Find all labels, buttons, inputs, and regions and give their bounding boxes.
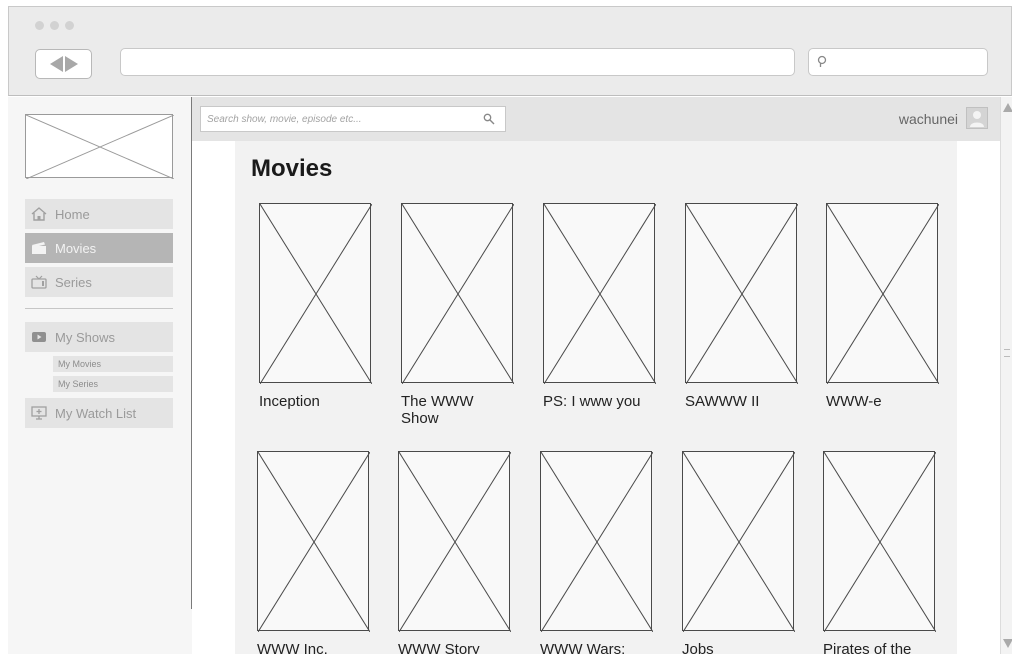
sidebar-item-label: My Watch List xyxy=(55,405,137,421)
movie-title: WWW Inc. xyxy=(257,641,328,654)
movie-poster-placeholder xyxy=(257,451,370,632)
movie-poster-placeholder xyxy=(540,451,653,632)
sidebar-subitem-label: My Series xyxy=(58,379,99,389)
movie-card[interactable]: WWW Wars: xyxy=(540,451,653,654)
movie-poster-placeholder xyxy=(259,203,372,384)
browser-chrome xyxy=(8,6,1012,96)
movie-title: PS: I www you xyxy=(543,393,641,410)
movie-poster-placeholder xyxy=(401,203,514,384)
close-dot[interactable] xyxy=(35,21,44,30)
monitor-icon xyxy=(31,406,47,420)
sidebar: Home Movies Series My Shows My Movies My… xyxy=(8,97,192,654)
sidebar-item-label: My Shows xyxy=(55,329,115,345)
sidebar-item-home[interactable]: Home xyxy=(25,199,173,229)
sidebar-subitem-label: My Movies xyxy=(58,359,102,369)
movie-poster-placeholder xyxy=(823,451,936,632)
movie-card[interactable]: WWW Story xyxy=(398,451,511,654)
clapperboard-icon xyxy=(31,241,47,255)
logo-placeholder xyxy=(25,114,174,179)
home-icon xyxy=(31,207,47,221)
minimize-dot[interactable] xyxy=(50,21,59,30)
movie-poster-placeholder xyxy=(682,451,795,632)
sidebar-item-label: Series xyxy=(55,274,92,290)
back-arrow-icon[interactable] xyxy=(49,56,63,72)
scroll-grip-icon[interactable] xyxy=(1004,349,1010,357)
movie-poster-placeholder xyxy=(543,203,656,384)
avatar[interactable] xyxy=(966,107,988,129)
movie-title: SAWWW II xyxy=(685,393,760,410)
page-title: Movies xyxy=(251,155,333,182)
forward-arrow-icon[interactable] xyxy=(64,56,78,72)
tv-icon xyxy=(31,275,47,289)
movie-poster-placeholder xyxy=(398,451,511,632)
window-controls xyxy=(35,21,74,30)
movie-card[interactable]: The WWW Show xyxy=(401,203,514,427)
sidebar-item-series[interactable]: Series xyxy=(25,267,173,297)
movie-title: WWW Story xyxy=(398,641,480,654)
sidebar-item-label: Movies xyxy=(55,240,97,256)
scroll-up-icon[interactable] xyxy=(1003,103,1012,112)
movie-card[interactable]: WWW Inc. xyxy=(257,451,370,654)
address-bar[interactable] xyxy=(120,48,795,76)
username[interactable]: wachunei xyxy=(899,111,958,127)
sidebar-border xyxy=(191,97,192,609)
movie-poster-placeholder xyxy=(685,203,798,384)
maximize-dot[interactable] xyxy=(65,21,74,30)
search-icon xyxy=(817,55,827,67)
movie-title: Pirates of the xyxy=(823,641,912,654)
sidebar-divider xyxy=(25,308,173,309)
browser-nav-buttons xyxy=(35,49,92,79)
sidebar-item-label: Home xyxy=(55,206,90,222)
scroll-down-icon[interactable] xyxy=(1003,639,1012,648)
movie-card[interactable]: Pirates of the xyxy=(823,451,936,654)
user-icon xyxy=(970,111,984,127)
movie-title: Inception xyxy=(259,393,320,410)
movie-title: WWW Wars: xyxy=(540,641,626,654)
movie-title: The WWW Show xyxy=(401,393,474,427)
movie-title: Jobs xyxy=(682,641,714,654)
movie-card[interactable]: SAWWW II xyxy=(685,203,798,410)
browser-search-field[interactable] xyxy=(808,48,988,76)
sidebar-item-my-shows[interactable]: My Shows xyxy=(25,322,173,352)
app-search-box xyxy=(200,106,506,132)
vertical-scrollbar[interactable] xyxy=(1000,97,1012,654)
movie-card[interactable]: Inception xyxy=(259,203,372,410)
movie-card[interactable]: Jobs xyxy=(682,451,795,654)
sidebar-subitem-my-series[interactable]: My Series xyxy=(53,376,173,392)
movie-title: WWW-e xyxy=(826,393,882,410)
movie-poster-placeholder xyxy=(826,203,939,384)
search-icon[interactable] xyxy=(483,113,495,125)
sidebar-item-movies[interactable]: Movies xyxy=(25,233,173,263)
movie-card[interactable]: WWW-e xyxy=(826,203,939,410)
search-input[interactable] xyxy=(201,107,477,131)
main-content: Movies Inception The WWW Show PS: I www … xyxy=(235,141,957,654)
play-icon xyxy=(31,330,47,344)
app-topbar: wachunei xyxy=(192,97,1000,141)
sidebar-item-my-watch-list[interactable]: My Watch List xyxy=(25,398,173,428)
movie-card[interactable]: PS: I www you xyxy=(543,203,656,410)
sidebar-subitem-my-movies[interactable]: My Movies xyxy=(53,356,173,372)
